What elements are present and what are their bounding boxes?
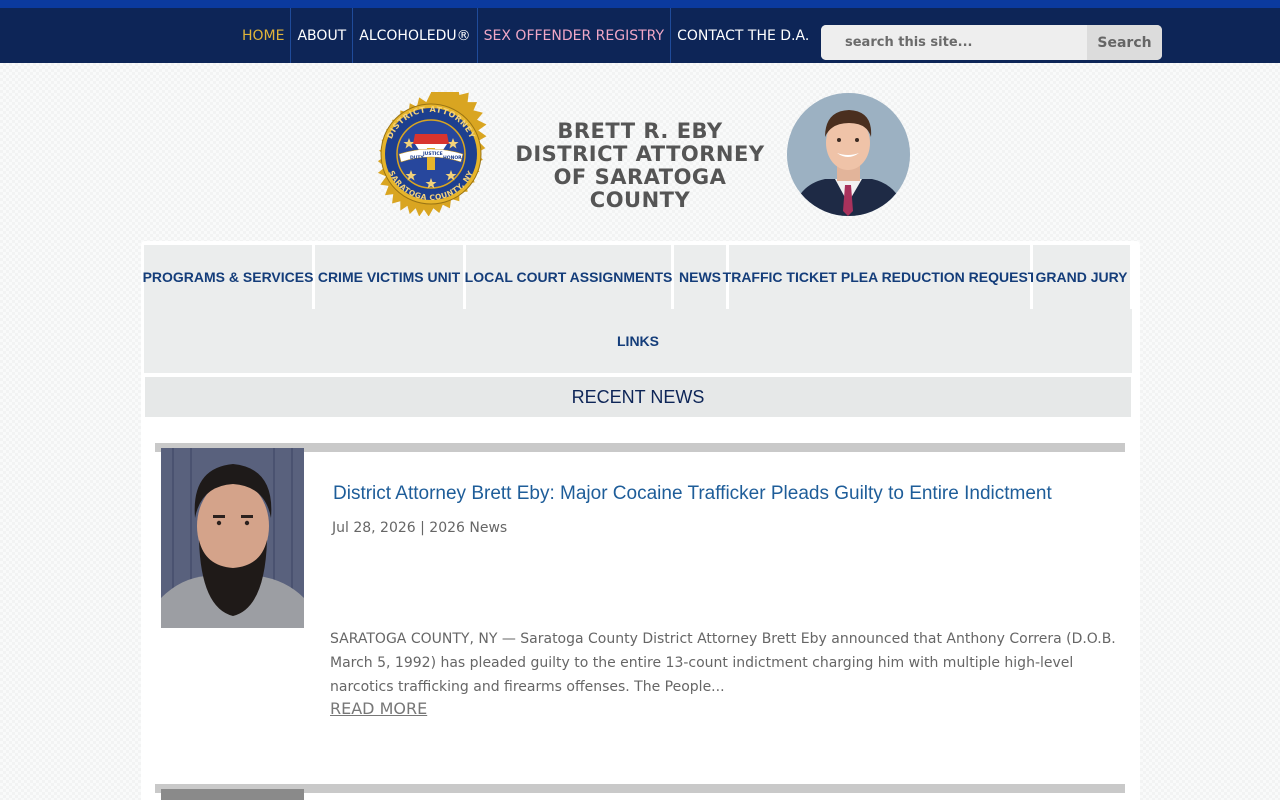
post-thumbnail[interactable] (161, 448, 304, 628)
nav-home[interactable]: HOME (236, 8, 290, 63)
post-title-link[interactable]: District Attorney Brett Eby: Major Cocai… (333, 483, 1123, 505)
nav-contact[interactable]: CONTACT THE D.A. (670, 8, 815, 63)
menu-links[interactable]: LINKS (144, 309, 1132, 373)
nav-sex-offender-registry[interactable]: SEX OFFENDER REGISTRY (476, 8, 670, 63)
search-button[interactable]: Search (1087, 25, 1162, 60)
title-county: OF SARATOGA COUNTY (553, 165, 727, 212)
svg-text:HONOR: HONOR (443, 155, 462, 161)
menu-programs-services[interactable]: PROGRAMS & SERVICES (143, 245, 313, 309)
top-menu: HOME ABOUT ALCOHOLEDU® SEX OFFENDER REGI… (236, 8, 815, 63)
svg-text:JUSTICE: JUSTICE (422, 151, 443, 157)
menu-crime-victims-unit[interactable]: CRIME VICTIMS UNIT (315, 245, 463, 309)
post-meta: Jul 28, 2026 | 2026 News (332, 520, 508, 536)
menu-local-court-assignments[interactable]: LOCAL COURT ASSIGNMENTS (465, 245, 672, 309)
menu-grand-jury[interactable]: GRAND JURY (1033, 245, 1130, 309)
menu-traffic-ticket-plea[interactable]: TRAFFIC TICKET PLEA REDUCTION REQUEST (723, 245, 1036, 309)
title-office: DISTRICT ATTORNEY (515, 142, 765, 166)
menu-news[interactable]: NEWS (674, 245, 726, 309)
title-name: BRETT R. EBY (557, 119, 723, 143)
search-form: Search (821, 25, 1162, 60)
post-thumbnail[interactable] (161, 789, 304, 800)
site-title: BRETT R. EBY DISTRICT ATTORNEY OF SARATO… (505, 120, 775, 212)
search-input[interactable] (821, 25, 1087, 60)
nav-about[interactable]: ABOUT (290, 8, 352, 63)
read-more-link[interactable]: READ MORE (330, 699, 427, 718)
da-seal-logo[interactable]: DISTRICT ATTORNEY SARATOGA COUNTY, NY DU… (369, 92, 493, 216)
nav-alcoholedu[interactable]: ALCOHOLEDU® (352, 8, 476, 63)
top-accent-bar (0, 0, 1280, 8)
da-portrait-photo (787, 93, 910, 216)
main-navigation: PROGRAMS & SERVICES CRIME VICTIMS UNIT L… (143, 245, 1132, 373)
top-navigation: HOME ABOUT ALCOHOLEDU® SEX OFFENDER REGI… (0, 8, 1280, 63)
post-excerpt: SARATOGA COUNTY, NY — Saratoga County Di… (330, 631, 1116, 695)
recent-news-heading: RECENT NEWS (145, 377, 1131, 417)
